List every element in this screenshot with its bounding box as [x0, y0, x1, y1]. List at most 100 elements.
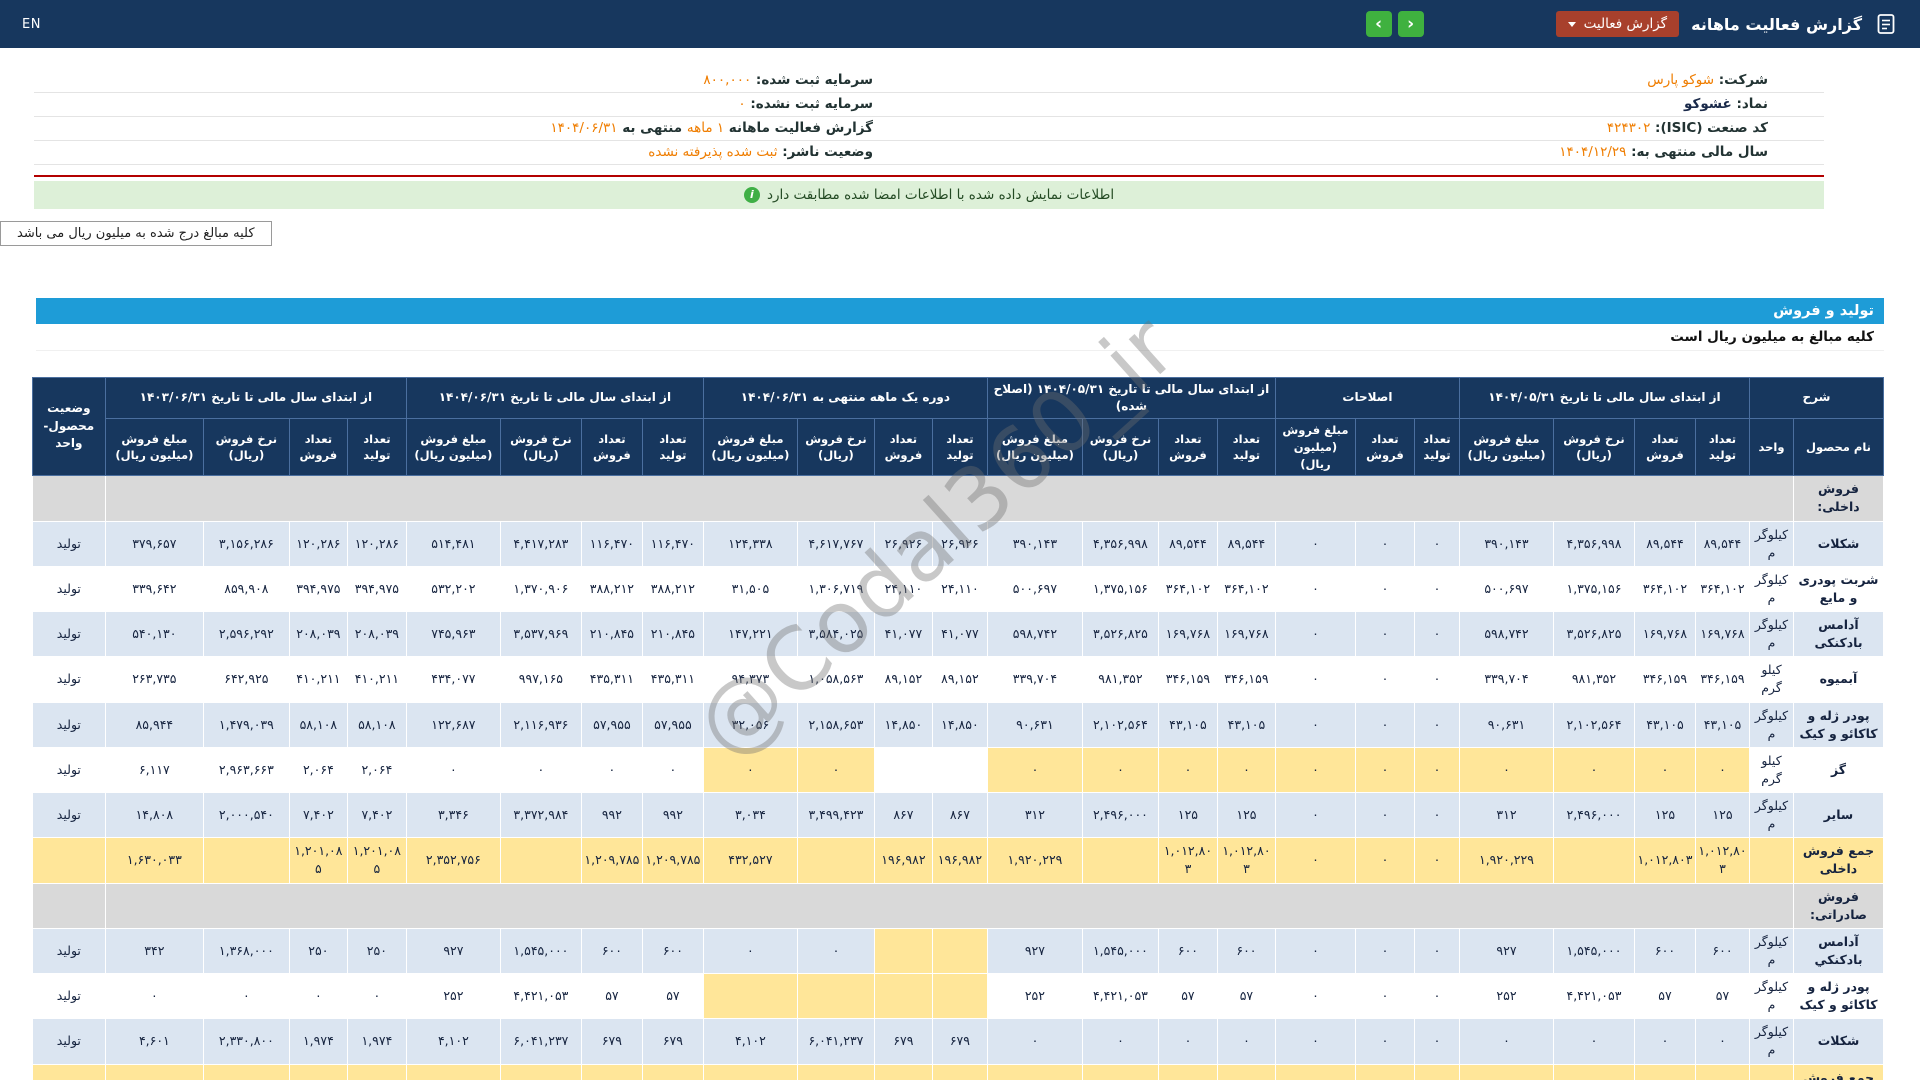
value-cell: ۱۲۵ [1633, 792, 1696, 839]
section-label: فروش صادراتی: [1793, 882, 1884, 929]
value-cell: ۲۵۰ [288, 927, 348, 975]
field-value: ثبت شده پذیرفته نشده [648, 144, 778, 160]
value-cell: ۵۸,۱۰۸ [346, 701, 407, 748]
value-cell: ۲۵۰ [346, 927, 407, 975]
value-cell: ۱۱۶,۴۷۰ [580, 520, 643, 567]
unit-cell: کیلوگرم [1748, 565, 1795, 613]
value-cell: ۶۰۰ [1157, 927, 1218, 975]
value-cell: ۰ [1413, 837, 1460, 884]
value-cell: ۶۷۹ [641, 1018, 704, 1065]
value-cell: ۶۷۹ [580, 1018, 643, 1065]
value-cell: ۶۰۰ [1633, 927, 1696, 975]
value-cell: ۰ [1354, 701, 1415, 748]
value-cell: ۱۶۹,۷۶۸ [1157, 611, 1218, 658]
value-cell: ۱,۵۴۵,۰۰۰ [1081, 927, 1159, 975]
value-cell: ۹۰,۶۳۱ [986, 701, 1083, 748]
field-label: منتهی به [617, 120, 687, 136]
value-cell: ۰ [796, 746, 875, 794]
sum-label: جمع فروش داخلی [1793, 837, 1884, 884]
previous-report-button[interactable]: ‹ [1397, 11, 1424, 37]
value-cell [1552, 1063, 1635, 1080]
value-cell: ۰ [1274, 656, 1356, 703]
value-cell: ۰ [1354, 837, 1415, 884]
value-cell: ۰ [1413, 792, 1460, 839]
column-product-status: وضعیت محصول-واحد [31, 376, 106, 477]
value-cell: ۱۲۵ [1694, 792, 1750, 839]
value-cell: ۱,۳۰۶,۷۱۹ [796, 565, 875, 613]
value-cell: ۱۴,۸۰۸ [104, 792, 204, 839]
value-cell: ۲,۲۲۴ [346, 1063, 407, 1080]
value-cell: ۰ [1274, 1018, 1356, 1065]
field-label: کد صنعت (ISIC): [1650, 120, 1768, 136]
value-cell: ۴,۱۰۲ [405, 1018, 501, 1065]
codal-monthly-activity-report-page: گزارش فعالیت ماهانه گزارش فعالیت ‹ › EN … [0, 0, 1920, 1080]
value-cell: ۳,۵۲۶,۸۲۵ [1081, 611, 1159, 658]
value-cell: ۲,۹۶۳,۶۶۳ [202, 746, 290, 794]
column-1-2: مبلغ فروش (میلیون ریال) [1274, 418, 1356, 477]
signature-match-notice: اطلاعات نمایش داده شده با اطلاعات امضا ش… [34, 180, 1824, 209]
value-cell: ۲,۰۶۴ [346, 746, 407, 794]
column-unit: واحد [1748, 418, 1795, 477]
value-cell [873, 927, 933, 975]
value-cell: ۳,۴۹۹,۴۲۳ [796, 792, 875, 839]
value-cell: ۰ [1274, 927, 1356, 975]
column-product-name: نام محصول [1793, 418, 1884, 477]
field-value: ۱۴۰۴/۰۶/۳۱ [550, 120, 618, 136]
column-1-1: تعداد فروش [1354, 418, 1415, 477]
value-cell: ۰ [202, 973, 290, 1020]
column-group-0: از ابتدای سال مالی تا تاریخ ۱۴۰۴/۰۵/۳۱ [1458, 376, 1750, 420]
value-cell: ۰ [1413, 656, 1460, 703]
value-cell: ۶۰۰ [1694, 927, 1750, 975]
unit-cell: کیلوگرم [1748, 611, 1795, 658]
value-cell: ۱۹۶,۹۸۲ [873, 837, 933, 884]
value-cell: ۳۸۸,۲۱۲ [641, 565, 704, 613]
value-cell: ۳,۵۲۶,۸۲۵ [1552, 611, 1635, 658]
next-report-button[interactable]: › [1365, 11, 1392, 37]
value-cell: ۶۵۷ [1157, 1063, 1218, 1080]
value-cell: ۲۱۰,۸۴۵ [641, 611, 704, 658]
report-type-dropdown[interactable]: گزارش فعالیت [1555, 11, 1680, 37]
value-cell: ۲۶,۹۲۶ [873, 520, 933, 567]
value-cell: ۰ [1274, 792, 1356, 839]
value-cell: ۰ [499, 746, 582, 794]
value-cell: ۲۵۲ [405, 973, 501, 1020]
signature-notice-text: اطلاعات نمایش داده شده با اطلاعات امضا ش… [766, 186, 1115, 203]
report-icon [1874, 12, 1898, 36]
table-row: آدامس بادکنکي کیلوگرم ۶۰۰ ۶۰۰ ۱,۵۴۵,۰۰۰ ۹۲۷ ۰ ۰… [31, 927, 1884, 975]
value-cell: ۱۹۶,۹۸۲ [931, 837, 988, 884]
page-title: گزارش فعالیت ماهانه [1691, 14, 1862, 34]
column-group-3: دوره یک ماهه منتهی به ۱۴۰۴/۰۶/۳۱ [702, 376, 988, 420]
value-cell: ۰ [1458, 1018, 1554, 1065]
symbol-field: نماد: غشوکو [929, 92, 1824, 117]
product-status-cell: تولید [31, 746, 106, 794]
value-cell: ۳۱۲ [986, 792, 1083, 839]
value-cell: ۳۶۴,۱۰۲ [1216, 565, 1276, 613]
value-cell: ۱,۳۳۶ [641, 1063, 704, 1080]
column-3-2: نرخ فروش (ریال) [796, 418, 875, 477]
value-cell: ۵۰۰,۶۹۷ [1458, 565, 1554, 613]
value-cell: ۳,۱۵۶,۲۸۶ [202, 520, 290, 567]
value-cell: ۸۹,۵۴۴ [1216, 520, 1276, 567]
value-cell: ۱,۱۷۹ [1458, 1063, 1554, 1080]
unit-cell [1748, 1063, 1795, 1080]
isic-code-field: کد صنعت (ISIC): ۴۲۴۳۰۲ [929, 116, 1824, 141]
product-name-cell: شکلات [1793, 1018, 1884, 1065]
value-cell: ۰ [1413, 1018, 1460, 1065]
value-cell: ۴,۴۲۱,۰۵۳ [1081, 973, 1159, 1020]
value-cell: ۰ [1216, 1018, 1276, 1065]
value-cell: ۵۸,۱۰۸ [288, 701, 348, 748]
value-cell: ۴۱,۰۷۷ [873, 611, 933, 658]
value-cell: ۲,۵۹۶,۲۹۲ [202, 611, 290, 658]
language-toggle-en[interactable]: EN [22, 17, 41, 32]
column-3-0: تعداد تولید [931, 418, 988, 477]
value-cell: ۱۴,۸۵۰ [931, 701, 988, 748]
red-separator [34, 174, 1824, 177]
product-name-cell: سایر [1793, 792, 1884, 839]
unit-cell: کیلو گرم [1748, 746, 1795, 794]
value-cell: ۳۱,۵۰۵ [702, 565, 798, 613]
value-cell: ۱۴,۸۵۰ [873, 701, 933, 748]
value-cell: ۸۹,۱۵۲ [873, 656, 933, 703]
amounts-note-wrapper: کلیه مبالغ درج شده به میلیون ریال می باش… [0, 209, 1920, 246]
value-cell: ۹۰,۶۳۱ [1458, 701, 1554, 748]
value-cell: ۱۲۵ [1216, 792, 1276, 839]
